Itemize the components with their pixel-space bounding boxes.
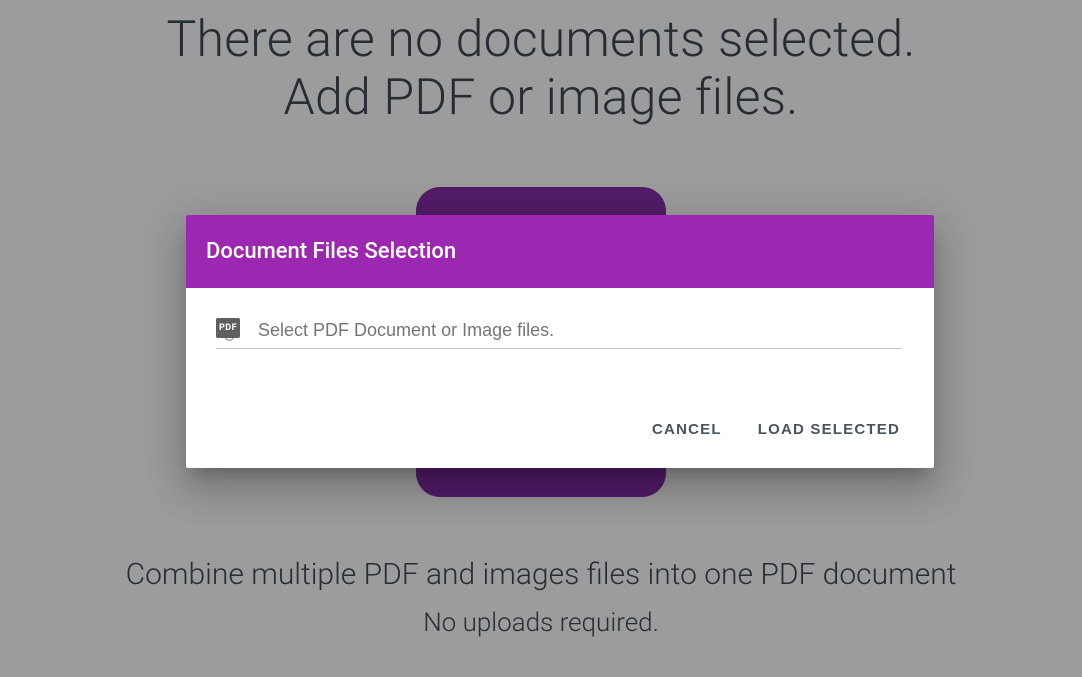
load-selected-button[interactable]: LOAD SELECTED <box>752 413 906 446</box>
file-selection-dialog: Document Files Selection PDF CANCEL LOAD… <box>186 215 934 468</box>
pdf-icon: PDF <box>216 318 240 338</box>
file-select-input[interactable] <box>258 316 902 349</box>
file-input-container[interactable]: PDF <box>258 316 902 349</box>
cancel-button[interactable]: CANCEL <box>646 413 728 446</box>
dialog-body: PDF <box>186 288 934 357</box>
input-underline <box>216 348 902 349</box>
dialog-title: Document Files Selection <box>186 215 934 288</box>
dialog-actions: CANCEL LOAD SELECTED <box>186 357 934 468</box>
